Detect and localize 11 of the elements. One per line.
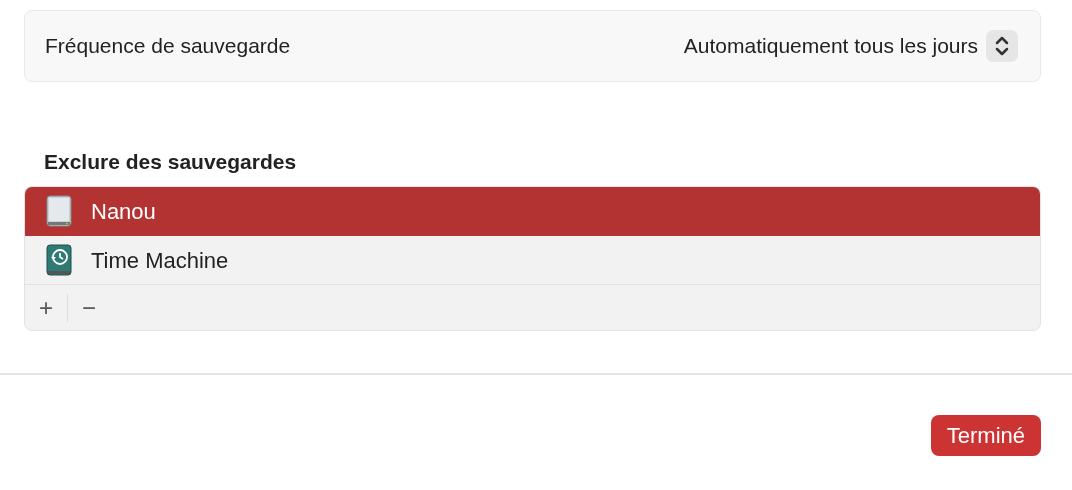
- done-button[interactable]: Terminé: [930, 415, 1041, 456]
- time-machine-drive-icon: [45, 244, 73, 276]
- add-button[interactable]: +: [25, 295, 67, 320]
- frequency-label: Fréquence de sauvegarde: [45, 33, 291, 60]
- section-title: Exclure des sauvegardes: [44, 149, 298, 175]
- remove-button[interactable]: −: [68, 295, 111, 320]
- list-item[interactable]: Time Machine: [25, 236, 1040, 285]
- list-item[interactable]: Nanou: [25, 187, 1040, 236]
- drive-icon: [45, 195, 73, 227]
- frequency-popup[interactable]: Automatiquement tous les jours: [683, 30, 1018, 62]
- stepper-icon: [986, 30, 1018, 62]
